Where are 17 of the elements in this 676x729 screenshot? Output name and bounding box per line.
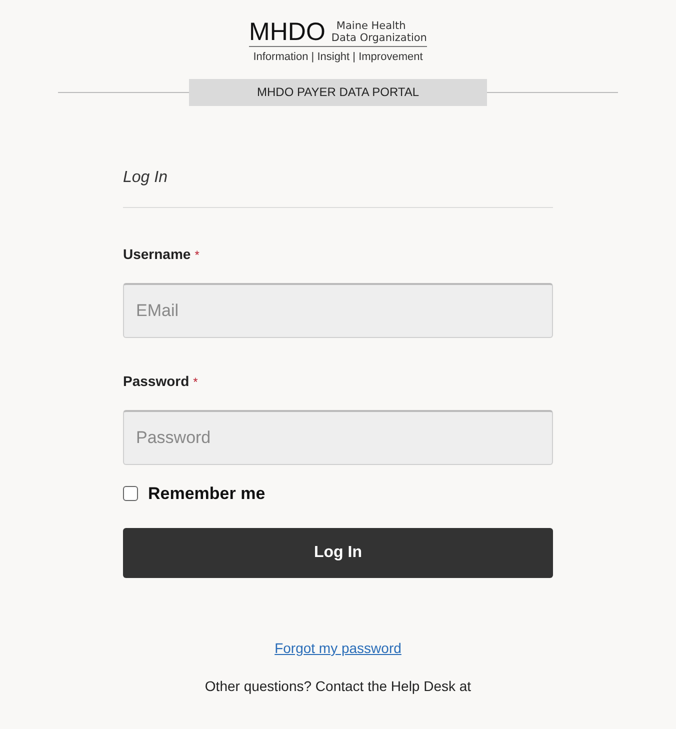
required-mark: * (194, 246, 200, 264)
remember-checkbox[interactable] (123, 486, 138, 501)
field-label: Username (123, 244, 191, 264)
portal-banner: MHDO PAYER DATA PORTAL (189, 78, 487, 106)
field-label: Password (123, 372, 190, 390)
logo-mark: MHDO (249, 20, 326, 45)
input-field[interactable]: Password (123, 410, 553, 464)
form-title: Log In (123, 168, 168, 188)
forgot-password-link[interactable]: Forgot my password (274, 638, 402, 659)
input-field[interactable]: EMail (123, 282, 553, 338)
logo-tagline: Information | Insight | Improvement (253, 50, 423, 65)
login-button[interactable]: Log In (123, 528, 553, 578)
help-text: Other questions? Contact the Help Desk at (204, 677, 472, 696)
remember-label: Remember me (148, 482, 266, 504)
logo-name-line: Data Organization (331, 32, 427, 44)
logo-name-line: Maine Health (335, 20, 407, 32)
required-mark: * (193, 374, 198, 390)
